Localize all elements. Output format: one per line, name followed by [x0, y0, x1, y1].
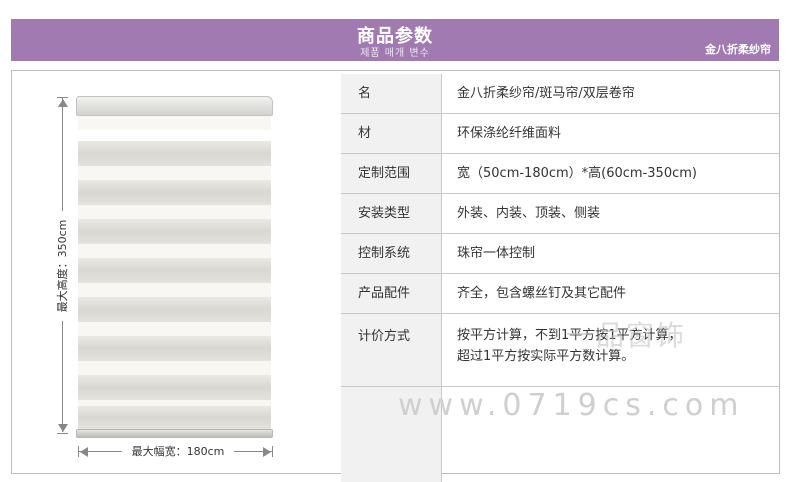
blind-stripe: [78, 406, 271, 429]
spec-value: 金八折柔纱帘/斑马帘/双层卷帘: [457, 86, 635, 101]
arrow-right-icon: [263, 447, 271, 457]
max-height-label: 最大高度：350cm: [54, 211, 70, 321]
blind-sheer-band: [78, 283, 271, 297]
width-dimension-cap-left: [78, 446, 79, 457]
height-dimension-cap-top: [57, 97, 68, 98]
spec-row-custom-range: 定制范围 宽（50cm-180cm）*高(60cm-350cm): [341, 154, 779, 194]
spec-row-material: 材 质 环保涤纶纤维面料: [341, 114, 779, 180]
spec-label: 计价方式: [341, 314, 442, 386]
spec-value: 环保涤纶纤维面料: [457, 126, 562, 141]
spec-row-accessories: 产品配件 齐全，包含螺丝钉及其它配件: [341, 274, 779, 314]
product-blind-image: [76, 96, 273, 438]
spec-row-name: 名 称 金八折柔纱帘/斑马帘/双层卷帘: [341, 74, 779, 140]
blind-stripe: [78, 141, 271, 166]
spec-value: 宽（50cm-180cm）*高(60cm-350cm): [457, 166, 697, 181]
spec-label: 名 称: [341, 74, 442, 140]
spec-value: 齐全，包含螺丝钉及其它配件: [457, 286, 627, 301]
watermark-url: www.0719cs.com: [398, 388, 745, 423]
blind-bottom-rail: [76, 429, 273, 438]
max-width-label: 最大幅宽：180cm: [122, 443, 234, 459]
blind-sheer-band: [78, 361, 271, 375]
section-subtitle: 제품 매개 변수: [360, 48, 430, 59]
blind-sheer-band: [78, 244, 271, 258]
width-dimension-cap-right: [272, 446, 273, 457]
spec-value: 外装、内装、顶装、侧装: [457, 206, 601, 221]
arrow-down-icon: [58, 424, 68, 432]
spec-label: 产品配件: [341, 274, 442, 313]
brand-name: 金八折柔纱帘: [705, 43, 771, 56]
blind-stripe: [78, 336, 271, 361]
spec-label: 控制系统: [341, 234, 442, 273]
height-dimension-cap-bottom: [57, 433, 68, 434]
blind-sheer-band: [78, 205, 271, 219]
blind-stripe: [78, 375, 271, 400]
blind-stripe: [78, 219, 271, 244]
blind-sheer-band: [78, 166, 271, 180]
spec-label: 定制范围: [341, 154, 442, 193]
spec-label: 材 质: [341, 114, 442, 180]
blind-headrail: [76, 96, 273, 116]
section-header: 商品参数 제품 매개 변수 金八折柔纱帘: [11, 19, 779, 61]
spec-value: 珠帘一体控制: [457, 246, 536, 261]
spec-row-control-system: 控制系统 珠帘一体控制: [341, 234, 779, 274]
blind-stripe: [78, 258, 271, 283]
watermark-brand: 一品窗饰: [566, 319, 687, 352]
spec-row-pricing: 计价方式 按平方计算，不到1平方按1平方计算， 超过1平方按实际平方数计算。: [341, 314, 779, 387]
spec-label: 安装类型: [341, 194, 442, 233]
blind-sheer-band: [78, 322, 271, 336]
blind-sheer-band: [78, 116, 271, 130]
arrow-left-icon: [80, 447, 88, 457]
blind-stripe: [78, 297, 271, 322]
spec-row-install-type: 安装类型 外装、内装、顶装、侧装: [341, 194, 779, 234]
arrow-up-icon: [58, 99, 68, 107]
blind-stripe: [78, 180, 271, 205]
